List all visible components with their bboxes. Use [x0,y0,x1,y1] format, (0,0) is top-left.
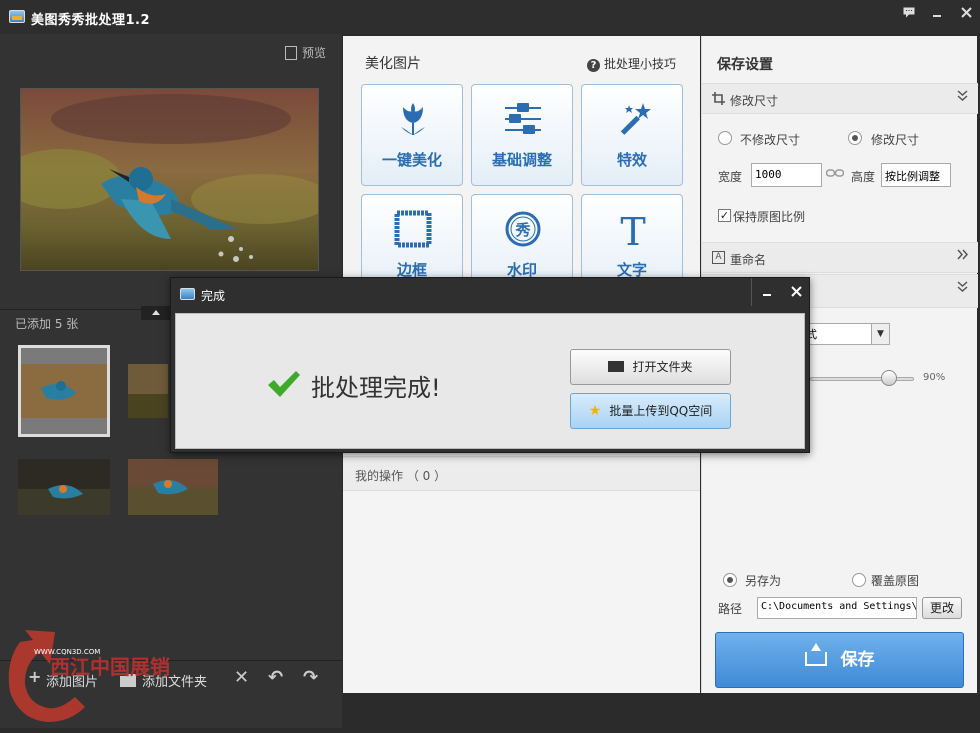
chevron-down-icon [957,280,968,296]
chevron-down-icon[interactable]: ▼ [871,324,889,344]
thumbnail-4[interactable] [128,459,218,515]
save-button[interactable]: 保存 [715,632,964,688]
add-folder-button[interactable]: 添加文件夹 [142,671,207,690]
text-icon: T [620,210,645,249]
svg-text:T: T [620,210,645,249]
rename-section-label: 重命名 [730,253,767,267]
no-resize-radio[interactable] [718,131,732,145]
svg-text:秀: 秀 [514,221,531,239]
tool-one-click[interactable]: 一键美化 [361,84,463,186]
dialog-close-button[interactable] [783,280,809,304]
path-input[interactable]: C:\Documents and Settings\ [757,597,917,619]
left-toolbar: + 添加图片 添加文件夹 ✕ ↶ ↷ [0,660,342,700]
open-folder-button[interactable]: 打开文件夹 [570,349,731,385]
thumbnail-1[interactable] [18,345,110,437]
upload-qq-label: 批量上传到QQ空间 [609,404,713,418]
thumbnail-3[interactable] [18,459,110,515]
rotate-right-icon[interactable]: ↷ [303,667,318,688]
open-folder-label: 打开文件夹 [632,360,693,374]
help-icon: ? [586,59,600,72]
width-input[interactable]: 1000 [751,163,822,187]
checkmark-icon [268,371,300,397]
save-as-label: 另存为 [745,574,782,588]
height-input[interactable]: 按比例调整 [881,163,951,187]
add-folder-icon[interactable] [120,671,136,692]
sliders-icon [505,103,541,134]
complete-message: 批处理完成! [311,374,441,402]
preview-icon [284,46,297,60]
width-label: 宽度 [718,170,743,184]
keep-ratio-checkbox[interactable]: ✓ [718,209,731,222]
quality-slider-track[interactable] [810,377,914,381]
quality-slider-thumb[interactable] [881,370,897,386]
rotate-left-icon[interactable]: ↶ [268,667,283,688]
resize-section-header[interactable]: 修改尺寸 [702,83,978,114]
dialog-minimize-button[interactable] [754,280,780,304]
beautify-title: 美化图片 [365,56,421,72]
close-button[interactable] [954,3,978,25]
rename-section-header[interactable]: A 重命名 [702,242,978,273]
preview-label: 预览 [301,46,326,60]
crop-icon [712,92,725,105]
tool-label: 基础调整 [491,151,552,169]
save-button-label: 保存 [840,650,875,670]
folder-icon [608,361,625,372]
chevron-right-icon [957,248,969,264]
tips-link[interactable]: ? 批处理小技巧 [586,55,676,72]
quality-value: 90% [923,372,946,383]
tool-basic-adjust[interactable]: 基础调整 [471,84,573,186]
watermark-icon: 秀 [505,211,541,247]
delete-icon[interactable]: ✕ [234,667,249,688]
minimize-button[interactable] [925,3,949,25]
preview-image [20,88,319,271]
feedback-icon[interactable] [897,3,921,25]
dialog-title-divider [751,278,752,306]
app-title: 美图秀秀批处理1.2 [31,13,151,28]
tips-label: 批处理小技巧 [603,57,676,71]
added-count: 已添加 5 张 [15,317,79,331]
preview-link[interactable]: 预览 [284,44,326,61]
change-path-button[interactable]: 更改 [922,597,962,619]
star-icon: ★ [588,403,602,419]
add-photo-icon[interactable]: + [28,667,41,686]
path-label: 路径 [718,602,743,616]
no-resize-label: 不修改尺寸 [740,133,801,147]
resize-section-label: 修改尺寸 [730,94,779,108]
tool-label: 一键美化 [381,151,442,169]
resize-label: 修改尺寸 [871,133,920,147]
frame-icon [394,210,432,248]
title-bar: 美图秀秀批处理1.2 [0,0,980,34]
height-label: 高度 [851,170,876,184]
my-operations-header: 我的操作 （ 0 ） [343,456,700,491]
collapse-handle[interactable] [141,306,171,320]
save-as-radio[interactable] [723,573,737,587]
my-operations-label: 我的操作 （ 0 ） [355,469,447,483]
add-photos-button[interactable]: 添加图片 [46,671,98,690]
tulip-icon [401,103,425,135]
resize-radio[interactable] [848,131,862,145]
tool-label: 特效 [616,151,647,169]
dialog-app-icon [180,288,195,300]
link-icon[interactable] [825,167,845,182]
upload-icon [804,643,827,666]
keep-ratio-label: 保持原图比例 [733,210,806,224]
chevron-down-icon [957,89,968,105]
overwrite-label: 覆盖原图 [871,574,920,588]
dialog-body: 批处理完成! 打开文件夹 ★ 批量上传到QQ空间 [175,313,805,449]
dialog-title: 完成 [201,289,226,303]
app-icon [9,10,25,23]
thumbnail-2[interactable] [128,364,168,418]
complete-dialog: 完成 批处理完成! 打开文件夹 ★ 批量上传到QQ空间 [170,277,810,453]
save-settings-title: 保存设置 [717,57,773,73]
upload-qq-button[interactable]: ★ 批量上传到QQ空间 [570,393,731,429]
my-operations-list [343,491,700,693]
rename-icon: A [712,251,725,264]
overwrite-radio[interactable] [852,573,866,587]
magic-wand-icon [620,103,651,135]
tool-effects[interactable]: 特效 [581,84,683,186]
